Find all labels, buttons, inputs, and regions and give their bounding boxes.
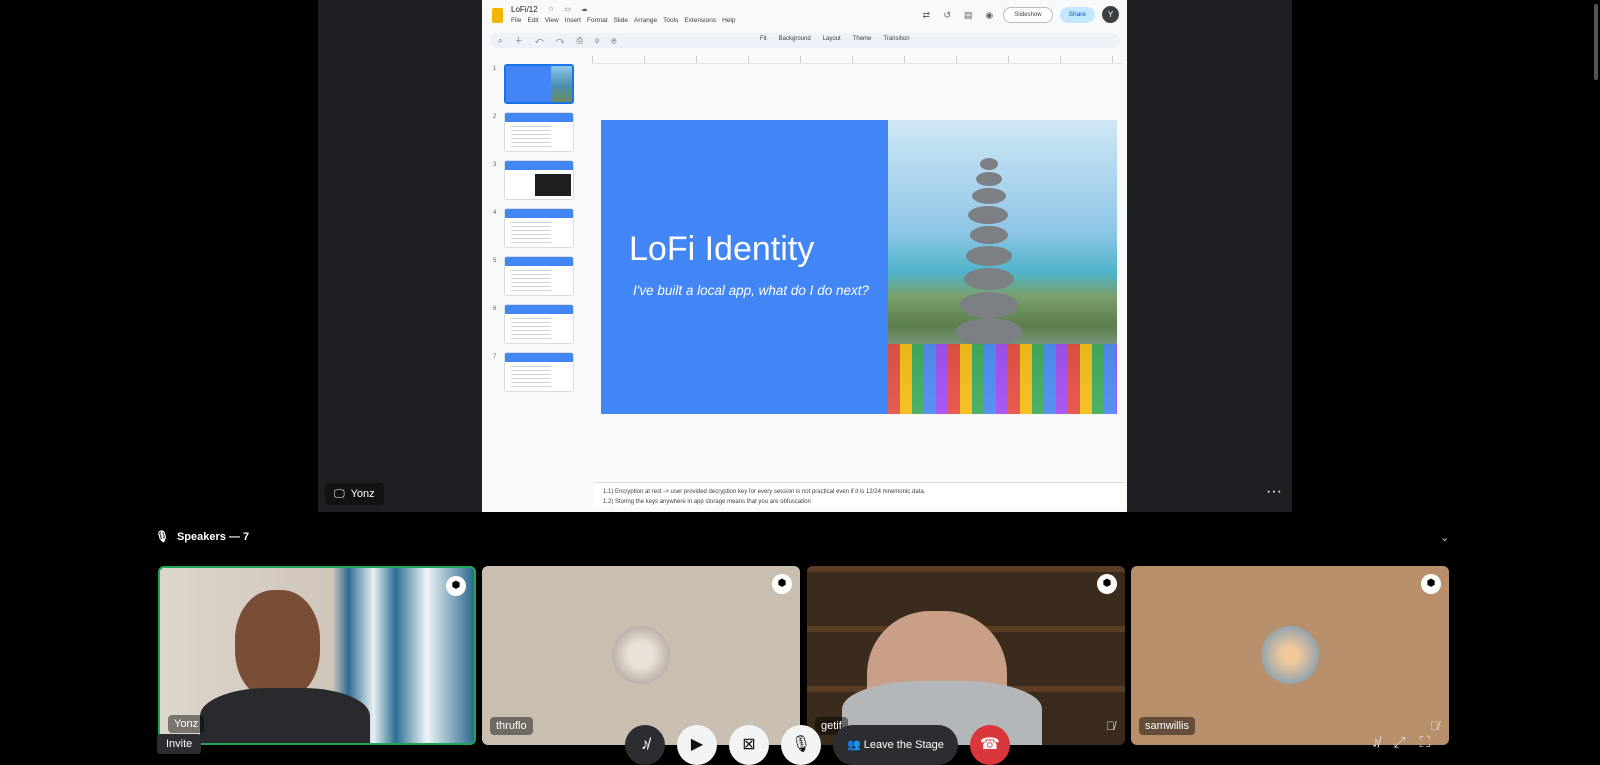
current-slide[interactable]: LoFi Identity I've built a local app, wh… <box>601 120 1117 414</box>
participant-name: samwillis <box>1139 717 1195 735</box>
menu-slide[interactable]: Slide <box>614 17 628 24</box>
camera-icon[interactable]: ◉ <box>982 8 996 22</box>
slide-number: 6 <box>493 306 497 312</box>
participant-tile-getif[interactable]: ⬢ getif 🎙̸ <box>807 566 1125 745</box>
toolbar-text-buttons: Fit Background Layout Theme Transition <box>760 36 910 42</box>
slideshow-button[interactable]: Slideshow <box>1003 6 1053 23</box>
presenter-label: 🖵 Yonz <box>325 483 384 505</box>
participant-tile-thruflo[interactable]: ⬢ thruflo <box>482 566 800 745</box>
muted-mic-icon: 🎙̸ <box>1106 719 1115 733</box>
hang-up-button[interactable]: ☎ <box>969 725 1010 765</box>
speaker-note-line-2: 1.2) Storing the keys anywhere in app st… <box>603 499 811 505</box>
menu-view[interactable]: View <box>545 17 559 24</box>
slide-filmstrip: 1 2 3 4 5 6 7 <box>482 52 577 497</box>
more-options-button[interactable]: ··· <box>1262 484 1286 504</box>
window-controls: ♪̸ ⤢ ⛶ <box>1372 734 1430 751</box>
slide-thumb-3[interactable] <box>504 160 574 200</box>
editing-toolbar: ⌕ ＋ ↶ ↷ ⎙ ⚲ ⊕ Fit Background Layout Them… <box>490 33 1120 48</box>
zoom-fit[interactable]: Fit <box>760 36 767 42</box>
menu-arrange[interactable]: Arrange <box>634 17 657 24</box>
speaker-notes[interactable]: 1.1) Encryption at rest -> user provided… <box>595 482 1125 507</box>
menu-extensions[interactable]: Extensions <box>684 17 716 24</box>
doc-title[interactable]: LoFi/12 <box>511 5 538 14</box>
slide-number: 2 <box>493 114 497 120</box>
slides-logo-icon <box>492 8 503 23</box>
speaker-note-line-1: 1.1) Encryption at rest -> user provided… <box>603 489 926 495</box>
slide-number: 5 <box>493 258 497 264</box>
muted-mic-icon: 🎙̸ <box>1430 719 1439 733</box>
pop-out-icon[interactable]: ⤢ <box>1394 734 1406 751</box>
layout-button[interactable]: Layout <box>823 36 841 42</box>
slide-thumb-4[interactable] <box>504 208 574 248</box>
shield-icon: ⬢ <box>1421 574 1441 594</box>
slide-subtitle[interactable]: I've built a local app, what do I do nex… <box>633 283 869 298</box>
shield-icon: ⬢ <box>772 574 792 594</box>
video-feed-body <box>200 688 370 743</box>
slide-number: 4 <box>493 210 497 216</box>
sound-off-icon[interactable]: ♪̸ <box>625 725 665 765</box>
slide-thumb-5[interactable] <box>504 256 574 296</box>
fullscreen-icon[interactable]: ⛶ <box>1420 734 1431 751</box>
camera-button[interactable]: ▶ <box>677 725 717 765</box>
participant-name: Yonz <box>168 715 205 733</box>
chevron-down-icon[interactable]: ⌄ <box>1440 531 1449 544</box>
slide-thumb-1[interactable] <box>504 64 574 104</box>
leave-stage-label: Leave the Stage <box>863 739 944 751</box>
invite-button[interactable]: Invite <box>157 734 202 754</box>
theme-button[interactable]: Theme <box>853 36 872 42</box>
microphone-button[interactable]: 🎙 <box>781 725 821 765</box>
cairn-image[interactable] <box>888 120 1117 414</box>
menu-file[interactable]: File <box>511 17 521 24</box>
slide-thumb-7[interactable] <box>504 352 574 392</box>
presenter-name: Yonz <box>350 488 375 500</box>
history-icon[interactable]: ↺ <box>940 8 954 22</box>
transition-button[interactable]: Transition <box>883 36 909 42</box>
slide-title[interactable]: LoFi Identity <box>629 230 814 269</box>
call-controls: ♪̸ ▶ ⊠ 🎙 👥 Leave the Stage ☎ <box>625 725 1010 765</box>
background-button[interactable]: Background <box>779 36 811 42</box>
toolbar-icons[interactable]: ⌕ ＋ ↶ ↷ ⎙ ⚲ ⊕ <box>498 35 622 46</box>
star-folder-cloud-icons[interactable]: ☆ ▭ ☁ <box>548 5 592 13</box>
account-avatar[interactable]: Y <box>1102 6 1119 23</box>
participant-tile-samwillis[interactable]: ⬢ samwillis 🎙̸ <box>1131 566 1449 745</box>
menu-insert[interactable]: Insert <box>565 17 581 24</box>
page-scrollbar[interactable] <box>1594 4 1598 80</box>
video-feed <box>235 590 320 700</box>
slide-number: 7 <box>493 354 497 360</box>
menu-bar: File Edit View Insert Format Slide Arran… <box>511 17 735 24</box>
leave-stage-button[interactable]: 👥 Leave the Stage <box>833 725 958 765</box>
comment-icon[interactable]: ▤ <box>961 8 975 22</box>
slide-number: 1 <box>493 66 497 72</box>
user-leave-icon: 👥 <box>847 739 861 751</box>
slides-app-bar: LoFi/12 ☆ ▭ ☁ File Edit View Insert Form… <box>482 0 1127 30</box>
menu-format[interactable]: Format <box>587 17 608 24</box>
speakers-header: 🎙 Speakers — 7 <box>155 530 250 544</box>
shared-screen: LoFi/12 ☆ ▭ ☁ File Edit View Insert Form… <box>482 0 1127 512</box>
avatar <box>1261 626 1319 684</box>
app-icons-mosaic <box>888 344 1117 414</box>
sound-off-icon[interactable]: ♪̸ <box>1372 734 1380 751</box>
ruler <box>592 56 1122 64</box>
menu-tools[interactable]: Tools <box>663 17 678 24</box>
avatar <box>612 626 670 684</box>
slide-editor: LoFi Identity I've built a local app, wh… <box>592 52 1122 497</box>
participant-name: thruflo <box>490 717 533 735</box>
speakers-label: Speakers — 7 <box>176 530 250 543</box>
shield-icon: ⬢ <box>1097 574 1117 594</box>
app-top-right: ⇄ ↺ ▤ ◉ Slideshow Share Y <box>919 6 1119 23</box>
share-button[interactable]: Share <box>1059 6 1095 23</box>
meet-icon[interactable]: ⇄ <box>919 8 933 22</box>
menu-edit[interactable]: Edit <box>527 17 538 24</box>
shield-icon: ⬢ <box>446 576 466 596</box>
slide-thumb-6[interactable] <box>504 304 574 344</box>
menu-help[interactable]: Help <box>722 17 735 24</box>
slide-number: 3 <box>493 162 497 168</box>
microphone-icon: 🎙 <box>155 531 169 543</box>
screen-share-icon: 🖵 <box>334 487 345 500</box>
screen-share-button[interactable]: ⊠ <box>729 725 769 765</box>
participant-tile-yonz[interactable]: ⬢ Yonz <box>158 566 476 745</box>
slide-thumb-2[interactable] <box>504 112 574 152</box>
